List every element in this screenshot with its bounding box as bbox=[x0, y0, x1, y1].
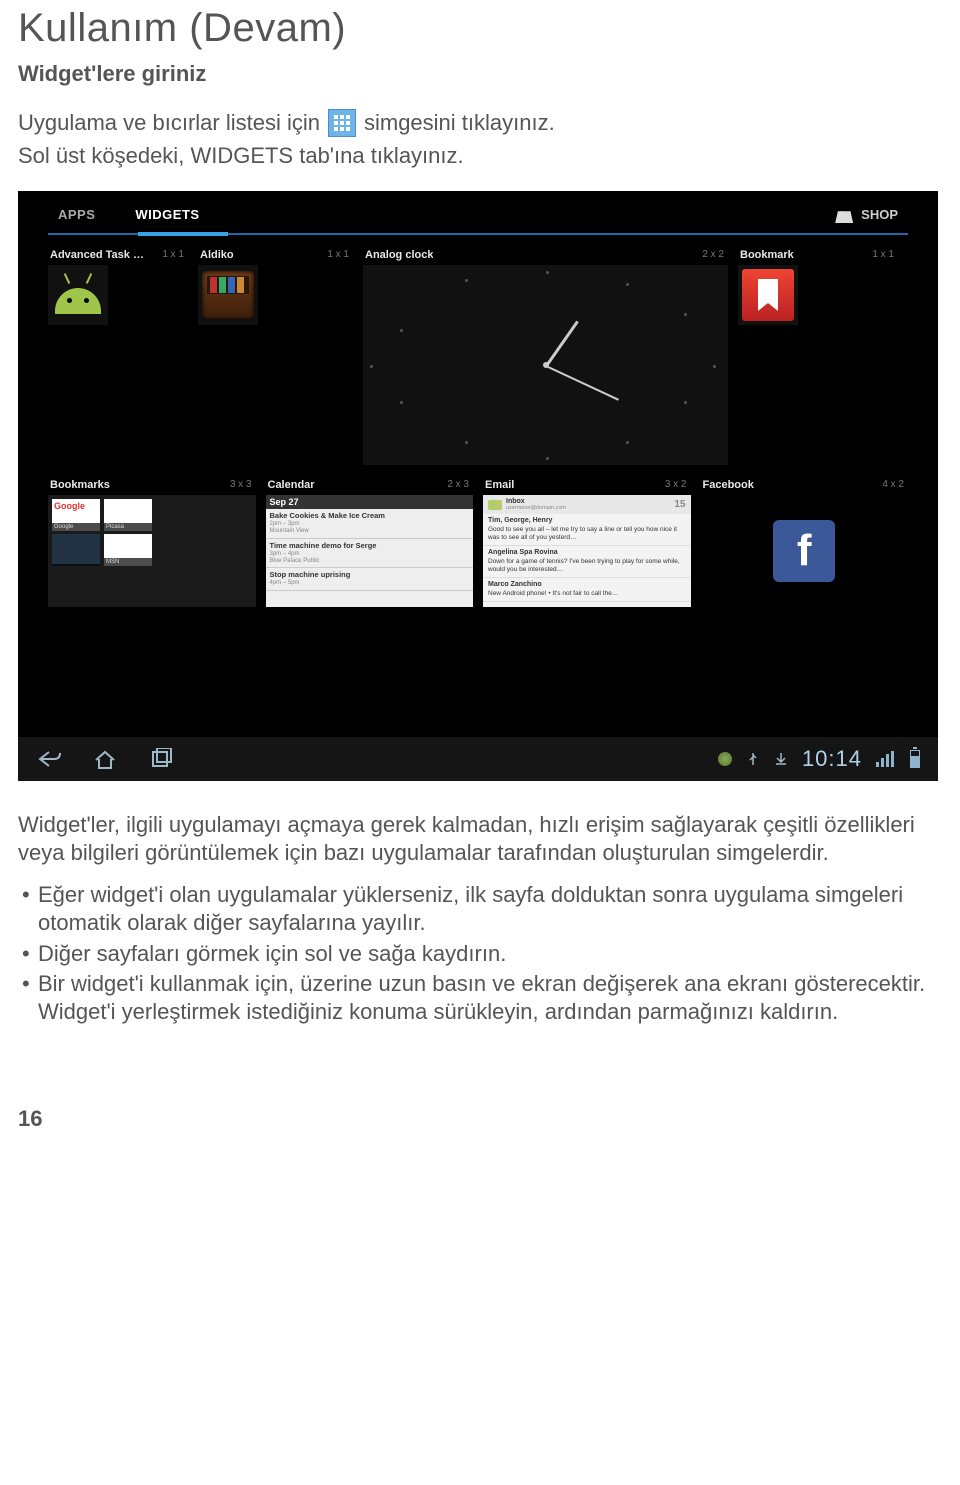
list-item: Bir widget'i kullanmak için, üzerine uzu… bbox=[18, 970, 942, 1026]
shop-label: SHOP bbox=[861, 207, 898, 222]
download-icon[interactable] bbox=[774, 752, 788, 766]
list-item: Eğer widget'i olan uygulamalar yüklersen… bbox=[18, 881, 942, 937]
widget-bookmark[interactable]: Bookmark1 x 1 bbox=[738, 249, 898, 465]
facebook-preview: f bbox=[701, 495, 909, 607]
notification-dot-icon[interactable] bbox=[718, 752, 732, 766]
body-paragraph: Widget'ler, ilgili uygulamayı açmaya ger… bbox=[18, 811, 942, 867]
widget-advanced-task-killer[interactable]: Advanced Task Killer Free1 x 1 bbox=[48, 249, 188, 465]
tab-apps[interactable]: APPS bbox=[58, 207, 95, 222]
tab-widgets[interactable]: WIDGETS bbox=[135, 207, 199, 222]
android-head-icon bbox=[55, 276, 101, 314]
widget-email[interactable]: Email3 x 2 Inbox username@domain.com 15 … bbox=[483, 479, 691, 607]
status-clock: 10:14 bbox=[802, 746, 862, 772]
back-icon[interactable] bbox=[36, 748, 62, 770]
wifi-icon bbox=[876, 751, 896, 767]
system-navbar: 10:14 bbox=[18, 737, 938, 781]
tab-underline bbox=[48, 233, 908, 235]
apps-grid-icon bbox=[328, 109, 356, 137]
section-subtitle: Widget'lere giriniz bbox=[18, 61, 942, 87]
widget-facebook[interactable]: Facebook4 x 2 f bbox=[701, 479, 909, 607]
body-bullet-list: Eğer widget'i olan uygulamalar yüklersen… bbox=[18, 881, 942, 1026]
widget-aldiko[interactable]: Aldiko1 x 1 bbox=[198, 249, 353, 465]
bookmarks-preview: GoogleGoogle Picasa MSN bbox=[48, 495, 256, 607]
mail-icon bbox=[488, 500, 502, 510]
intro-line-1: Uygulama ve bıcırlar listesi için simges… bbox=[18, 109, 942, 137]
widget-calendar[interactable]: Calendar2 x 3 Sep 27 Bake Cookies & Make… bbox=[266, 479, 474, 607]
facebook-icon: f bbox=[773, 520, 835, 582]
intro-text-after: simgesini tıklayınız. bbox=[364, 110, 555, 136]
widget-analog-clock[interactable]: Analog clock2 x 2 bbox=[363, 249, 728, 465]
widget-bookmarks[interactable]: Bookmarks3 x 3 GoogleGoogle Picasa MSN bbox=[48, 479, 256, 607]
bookmark-flag-icon bbox=[742, 269, 794, 321]
home-icon[interactable] bbox=[92, 748, 118, 770]
calendar-preview: Sep 27 Bake Cookies & Make Ice Cream2pm … bbox=[266, 495, 474, 607]
bookshelf-icon bbox=[202, 271, 254, 319]
usb-icon[interactable] bbox=[746, 752, 760, 766]
page-number: 16 bbox=[18, 1106, 942, 1132]
page-title: Kullanım (Devam) bbox=[18, 6, 942, 51]
tablet-screenshot: APPS WIDGETS SHOP Advanced Task Killer F… bbox=[18, 191, 938, 781]
recent-apps-icon[interactable] bbox=[148, 748, 174, 770]
intro-text-before: Uygulama ve bıcırlar listesi için bbox=[18, 110, 320, 136]
tabs-row: APPS WIDGETS SHOP bbox=[18, 191, 938, 229]
intro-line-2: Sol üst köşedeki, WIDGETS tab'ına tıklay… bbox=[18, 143, 942, 169]
list-item: Diğer sayfaları görmek için sol ve sağa … bbox=[18, 940, 942, 968]
email-preview: Inbox username@domain.com 15 Tim, George… bbox=[483, 495, 691, 607]
analog-clock-icon bbox=[363, 265, 728, 465]
shop-bag-icon bbox=[835, 205, 853, 223]
battery-icon bbox=[910, 750, 920, 768]
shop-button[interactable]: SHOP bbox=[835, 205, 898, 223]
